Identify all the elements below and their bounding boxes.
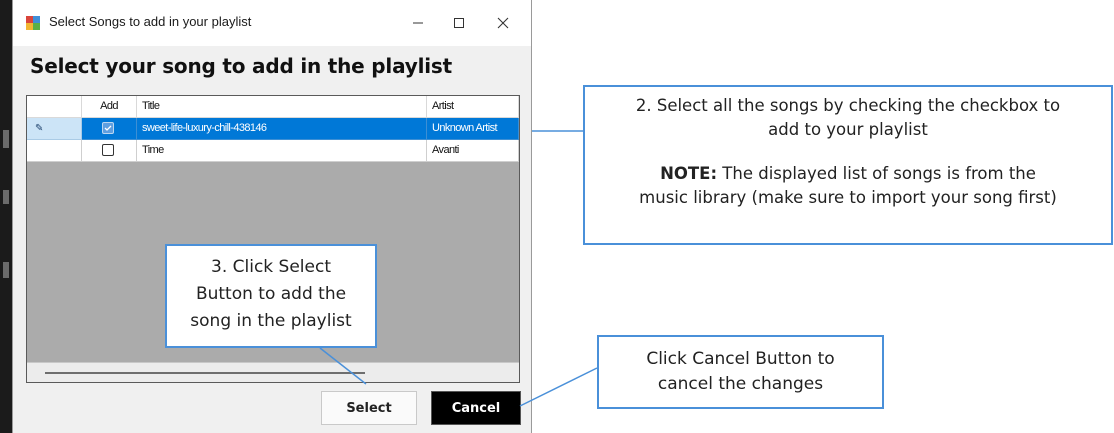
add-cell[interactable]: [82, 118, 137, 140]
close-icon: [497, 17, 509, 29]
app-icon: [26, 16, 40, 30]
edit-pencil-icon: ✎: [35, 123, 43, 134]
callout-text: Button to add the: [195, 284, 347, 304]
callout-text: Click Cancel Button to: [646, 349, 835, 369]
artist-cell[interactable]: Unknown Artist: [427, 118, 519, 140]
grid-header-row: Add Title Artist: [27, 96, 519, 118]
horizontal-scrollbar[interactable]: [27, 362, 519, 382]
close-button[interactable]: [483, 8, 523, 38]
callout-text: add to your playlist: [768, 120, 928, 139]
add-cell[interactable]: [82, 140, 137, 162]
background-window-edge: [0, 0, 12, 433]
edge-mark: [3, 262, 9, 278]
table-row[interactable]: Time Avanti: [27, 140, 519, 162]
row-header-column: [27, 96, 82, 118]
note-text: The displayed list of songs is from the: [717, 164, 1036, 183]
minimize-button[interactable]: [398, 8, 438, 38]
dialog-heading: Select your song to add in the playlist: [30, 54, 452, 78]
select-songs-dialog: Select Songs to add in your playlist Sel…: [12, 0, 532, 433]
edge-mark: [3, 130, 9, 148]
add-checkbox-unchecked[interactable]: [102, 144, 114, 156]
column-header-artist[interactable]: Artist: [427, 96, 519, 118]
artist-cell[interactable]: Avanti: [427, 140, 519, 162]
checkmark-icon: [104, 125, 112, 131]
callout-note: NOTE: The displayed list of songs is fro…: [585, 162, 1111, 186]
maximize-icon: [454, 18, 464, 28]
minimize-icon: [413, 22, 423, 24]
callout-select-songs: 2. Select all the songs by checking the …: [583, 85, 1113, 245]
callout-text: 3. Click Select: [211, 257, 331, 277]
add-checkbox-checked[interactable]: [102, 122, 114, 134]
column-header-add[interactable]: Add: [82, 96, 137, 118]
select-button[interactable]: Select: [321, 391, 417, 425]
callout-text: cancel the changes: [657, 374, 824, 394]
window-title: Select Songs to add in your playlist: [49, 14, 252, 29]
callout-text: music library (make sure to import your …: [639, 188, 1057, 207]
maximize-button[interactable]: [439, 8, 479, 38]
row-header[interactable]: ✎: [27, 118, 82, 140]
edge-mark: [3, 190, 9, 204]
callout-click-cancel: Click Cancel Button to cancel the change…: [597, 335, 884, 409]
title-cell[interactable]: sweet-life-luxury-chill-438146: [137, 118, 427, 140]
row-header[interactable]: [27, 140, 82, 162]
table-row[interactable]: ✎ sweet-life-luxury-chill-438146 Unknown…: [27, 118, 519, 140]
callout-text: 2. Select all the songs by checking the …: [635, 96, 1061, 115]
column-header-title[interactable]: Title: [137, 96, 427, 118]
cancel-button[interactable]: Cancel: [431, 391, 521, 425]
callout-text: song in the playlist: [190, 311, 352, 331]
scrollbar-thumb[interactable]: [45, 372, 365, 374]
note-label: NOTE:: [660, 164, 718, 183]
title-bar[interactable]: Select Songs to add in your playlist: [13, 0, 531, 46]
callout-click-select: 3. Click Select Button to add the song i…: [165, 244, 377, 348]
title-cell[interactable]: Time: [137, 140, 427, 162]
callout-spacer: [585, 142, 1111, 162]
